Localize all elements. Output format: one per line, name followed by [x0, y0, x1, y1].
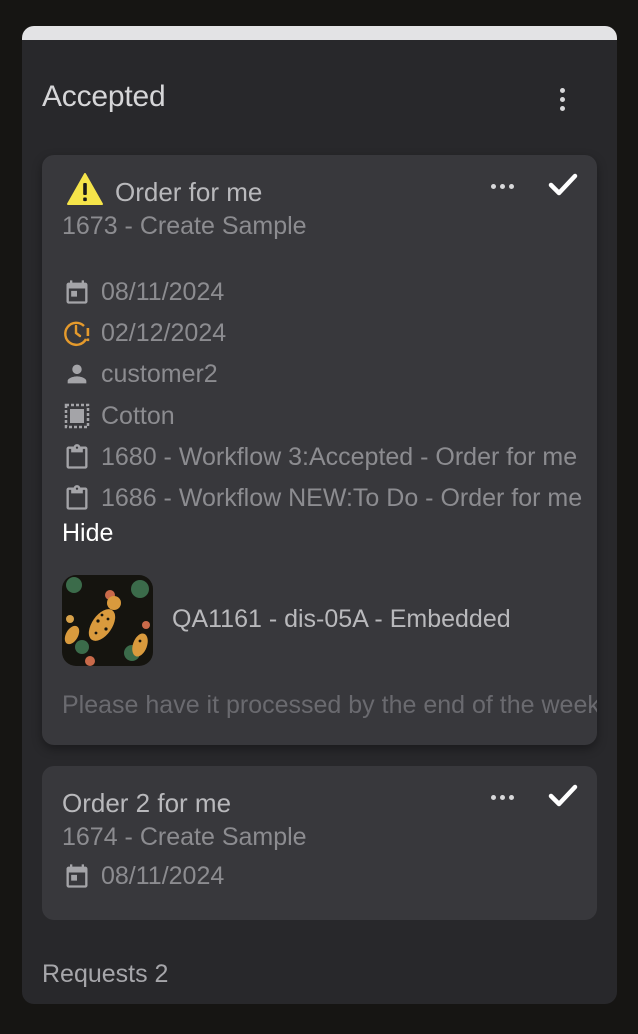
more-horizontal-icon [491, 794, 496, 800]
order-card[interactable]: Order 2 for me 1674 - Create Sample 08/1… [42, 766, 597, 920]
card-title: Order 2 for me [62, 788, 232, 818]
due-date-row: 02/12/2024 [62, 315, 597, 351]
card-more-button[interactable] [491, 787, 514, 807]
fabric-icon [62, 401, 92, 431]
created-date-row: 08/11/2024 [62, 274, 597, 310]
warning-icon [67, 173, 103, 205]
linked-request-row[interactable]: 1686 - Workflow NEW:To Do - Order for me [62, 480, 597, 516]
card-title: Order for me [115, 177, 263, 207]
card-more-button[interactable] [491, 176, 514, 196]
customer-row: customer2 [62, 356, 597, 392]
kanban-column-accepted: Accepted Order for me 1673 - Create Samp… [22, 26, 617, 1004]
person-icon [62, 359, 92, 389]
order-card[interactable]: Order for me 1673 - Create Sample 08/11/… [42, 155, 597, 745]
check-icon[interactable] [545, 167, 581, 203]
linked-request: 1686 - Workflow NEW:To Do - Order for me [101, 483, 583, 512]
created-date: 08/11/2024 [101, 277, 225, 306]
card-subtitle: 1673 - Create Sample [62, 212, 307, 240]
material-name: Cotton [101, 401, 175, 430]
clock-alert-icon [62, 318, 92, 348]
calendar-icon [62, 861, 92, 891]
requests-count: Requests 2 [42, 960, 169, 988]
column-color-bar [22, 26, 617, 40]
column-title: Accepted [42, 80, 166, 113]
due-date: 02/12/2024 [101, 318, 227, 347]
calendar-icon [62, 277, 92, 307]
created-date: 08/11/2024 [101, 861, 225, 890]
attachment-thumbnail[interactable] [62, 575, 153, 666]
card-note: Please have it processed by the end of t… [62, 691, 597, 719]
card-subtitle: 1674 - Create Sample [62, 823, 307, 851]
linked-request-row[interactable]: 1680 - Workflow 3:Accepted - Order for m… [62, 439, 597, 475]
more-horizontal-icon [491, 183, 496, 189]
clipboard-icon [62, 483, 92, 513]
attachment-label[interactable]: QA1161 - dis-05A - Embedded [172, 605, 511, 634]
customer-name: customer2 [101, 359, 218, 388]
more-vertical-icon [559, 87, 565, 93]
material-row: Cotton [62, 398, 597, 434]
hide-details-link[interactable]: Hide [62, 519, 113, 548]
linked-request: 1680 - Workflow 3:Accepted - Order for m… [101, 442, 578, 471]
check-icon[interactable] [545, 778, 581, 814]
created-date-row: 08/11/2024 [62, 858, 597, 894]
column-menu-button[interactable] [548, 84, 576, 114]
clipboard-icon [62, 442, 92, 472]
